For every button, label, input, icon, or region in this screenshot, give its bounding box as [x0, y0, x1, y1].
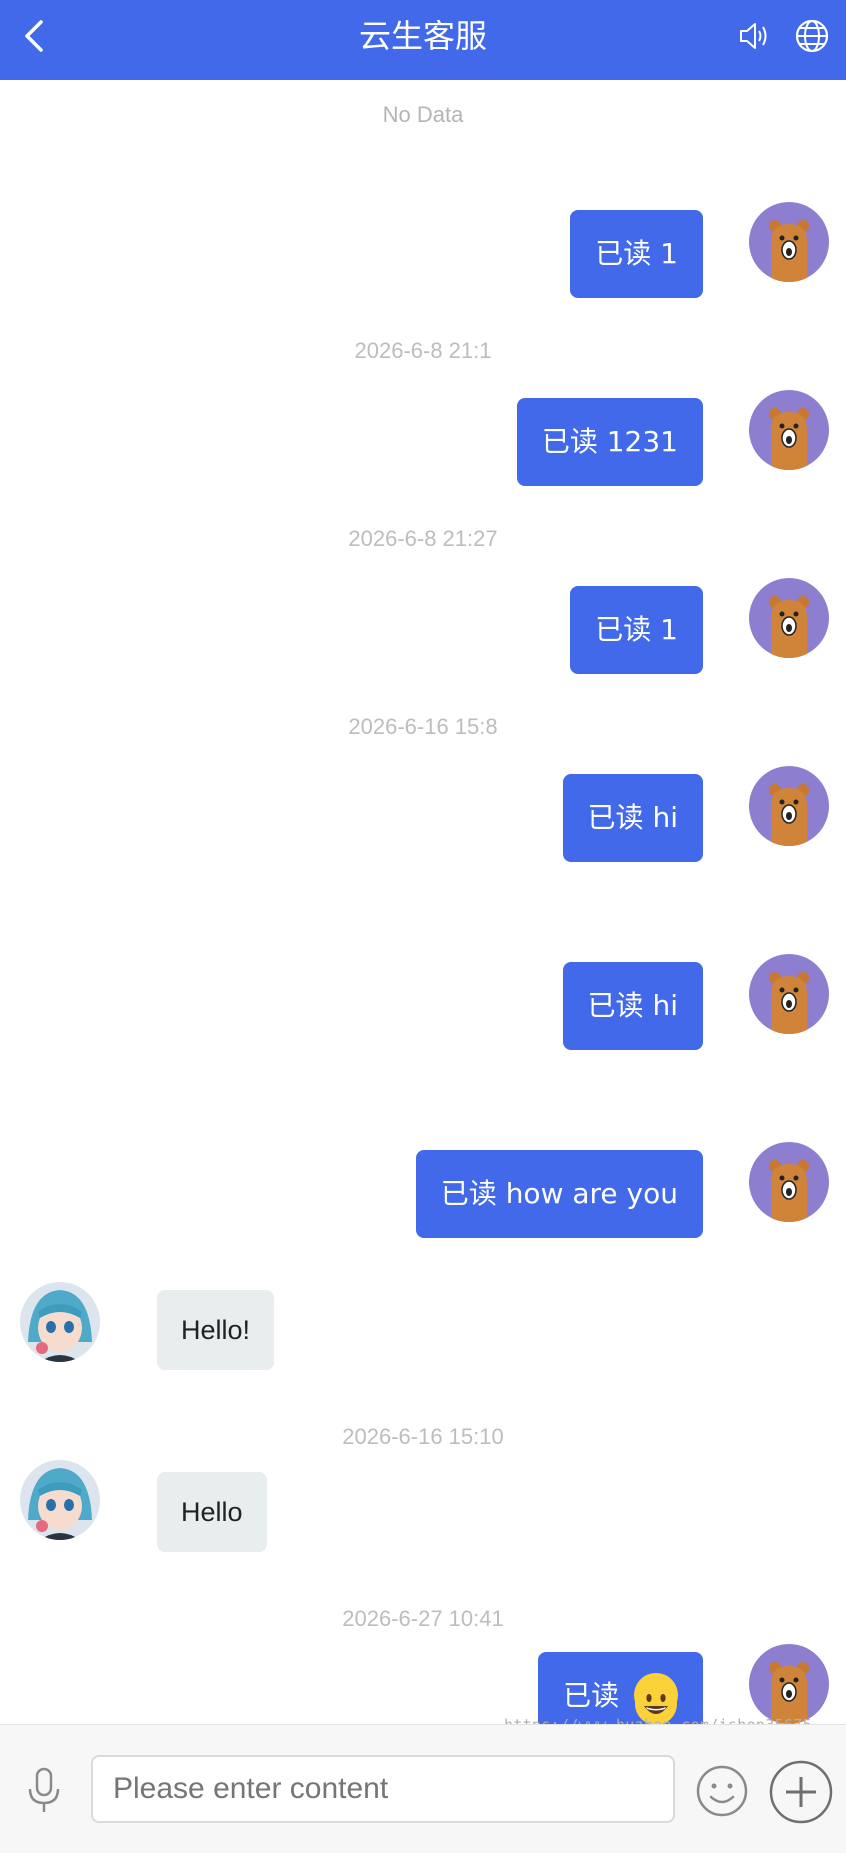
speaker-icon — [740, 23, 767, 49]
message-input[interactable] — [91, 1755, 675, 1823]
message-text: Hello — [181, 1497, 243, 1527]
message-text: how are you — [505, 1177, 678, 1210]
message-timestamp: 2026-6-27 10:41 — [342, 1606, 504, 1631]
outgoing-message-bubble[interactable]: 已读 1 — [570, 210, 703, 298]
outgoing-message-bubble[interactable]: 已读 how are you — [415, 1150, 703, 1238]
read-status: 已读 — [440, 1177, 497, 1210]
anime-girl-avatar-icon — [28, 1290, 92, 1362]
message-timestamp: 2026-6-16 15:8 — [348, 714, 498, 739]
read-status: 已读 — [541, 425, 598, 458]
user-avatar[interactable] — [749, 390, 829, 470]
emoji-icon — [696, 1765, 748, 1817]
message-text: hi — [652, 989, 678, 1022]
page-title: 云生客服 — [358, 17, 487, 55]
outgoing-message-bubble[interactable]: 已读 hi — [562, 962, 703, 1050]
more-button[interactable] — [768, 1759, 834, 1825]
globe-icon — [795, 19, 829, 53]
emoji-button[interactable] — [694, 1763, 750, 1819]
message-timestamp: 2026-6-8 21:27 — [348, 526, 498, 551]
anime-girl-avatar-icon — [28, 1468, 92, 1540]
message-text: 1 — [660, 237, 678, 270]
read-status: 已读 — [595, 237, 652, 270]
read-status: 已读 — [595, 613, 652, 646]
bear-avatar-icon — [769, 1160, 809, 1222]
message-timestamp: 2026-6-16 15:10 — [342, 1424, 504, 1449]
bear-avatar-icon — [769, 408, 809, 470]
grinning-face-emoji — [634, 1673, 678, 1724]
bear-avatar-icon — [769, 784, 809, 846]
agent-avatar[interactable] — [20, 1282, 100, 1362]
bear-avatar-icon — [769, 972, 809, 1034]
chat-message-list[interactable]: No Data 已读 1 2026-6-8 21:1 已读 1231 2026-… — [0, 80, 846, 1724]
read-status: 已读 — [587, 989, 644, 1022]
header-bar: 云生客服 — [0, 0, 846, 80]
user-avatar[interactable] — [749, 766, 829, 846]
sound-button[interactable] — [734, 16, 774, 56]
user-avatar[interactable] — [749, 578, 829, 658]
input-toolbar — [0, 1724, 846, 1853]
no-data-label: No Data — [382, 102, 464, 127]
user-avatar[interactable] — [749, 1142, 829, 1222]
message-text: 1231 — [606, 425, 678, 458]
bear-avatar-icon — [769, 596, 809, 658]
incoming-message-bubble[interactable]: Hello! — [157, 1290, 275, 1370]
outgoing-message-bubble[interactable]: 已读 hi — [562, 774, 703, 862]
outgoing-message-bubble[interactable]: 已读 — [538, 1652, 703, 1724]
message-text: 1 — [660, 613, 678, 646]
user-avatar[interactable] — [749, 1644, 829, 1724]
message-text: hi — [652, 801, 678, 834]
incoming-message-bubble[interactable]: Hello — [157, 1472, 267, 1552]
voice-button[interactable] — [22, 1765, 66, 1815]
language-button[interactable] — [792, 16, 832, 56]
user-avatar[interactable] — [749, 954, 829, 1034]
message-text: Hello! — [181, 1315, 251, 1345]
message-timestamp: 2026-6-8 21:1 — [354, 338, 492, 363]
read-status: 已读 — [587, 801, 644, 834]
user-avatar[interactable] — [749, 202, 829, 282]
bear-avatar-icon — [769, 220, 809, 282]
outgoing-message-bubble[interactable]: 已读 1231 — [516, 398, 703, 486]
plus-icon — [769, 1760, 833, 1824]
agent-avatar[interactable] — [20, 1460, 100, 1540]
read-status: 已读 — [563, 1679, 620, 1712]
bear-avatar-icon — [769, 1662, 809, 1724]
microphone-icon — [28, 1767, 60, 1812]
outgoing-message-bubble[interactable]: 已读 1 — [570, 586, 703, 674]
